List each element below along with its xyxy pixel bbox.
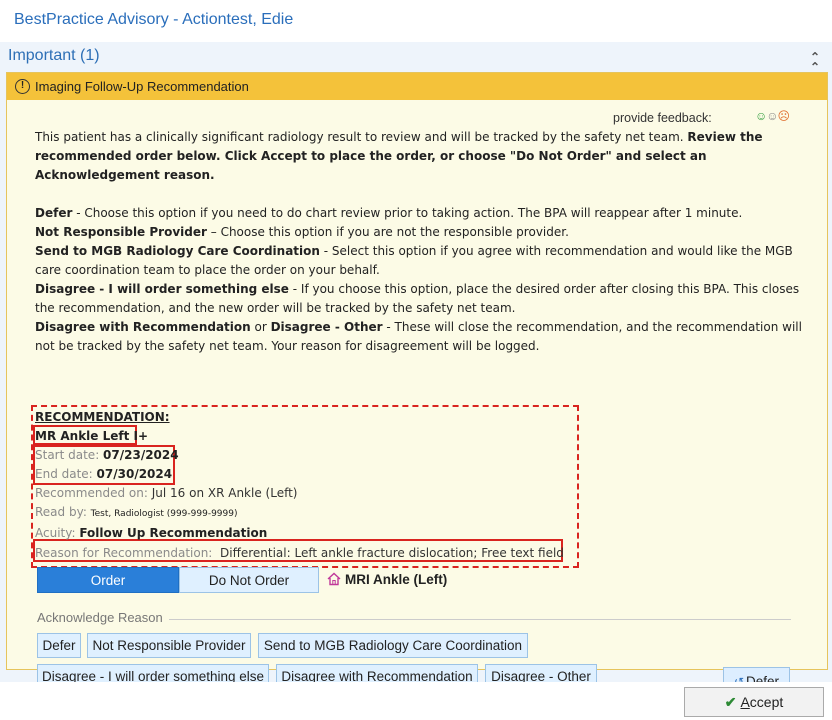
advisory-card: ! Imaging Follow-Up Recommendation provi… <box>6 72 828 697</box>
feedback-label: provide feedback: <box>613 111 712 125</box>
order-name: MR Ankle Left I+ <box>35 429 149 443</box>
ack-send-mgb-button[interactable]: Send to MGB Radiology Care Coordination <box>258 633 528 658</box>
reason-row: Reason for Recommendation: Differential:… <box>35 546 564 560</box>
option-defer: Defer - Choose this option if you need t… <box>35 206 743 220</box>
home-icon <box>327 572 341 586</box>
ack-not-responsible-button[interactable]: Not Responsible Provider <box>87 633 251 658</box>
acuity-row: Acuity: Follow Up Recommendation <box>35 526 268 540</box>
recommendation-heading: RECOMMENDATION: <box>35 410 170 424</box>
card-header: ! Imaging Follow-Up Recommendation <box>7 73 827 100</box>
recommended-on-row: Recommended on: Jul 16 on XR Ankle (Left… <box>35 486 298 500</box>
sad-face-icon[interactable]: ☹ <box>778 109 790 123</box>
order-button[interactable]: Order <box>37 567 179 593</box>
important-section: Important (1) ⌃ ⌃ ! Imaging Follow-Up Rec… <box>0 42 832 697</box>
feedback-icons: ☺☺☹ <box>755 109 790 123</box>
advisory-description: This patient has a clinically significan… <box>35 128 805 356</box>
intro-text: This patient has a clinically significan… <box>35 130 688 144</box>
double-chevron-up-icon[interactable]: ⌃ ⌃ <box>810 51 820 73</box>
warning-icon: ! <box>15 79 30 94</box>
start-date-row: Start date: 07/23/2024 <box>35 448 179 462</box>
option-send-mgb: Send to MGB Radiology Care Coordination … <box>35 244 793 277</box>
window-title-bar: BestPractice Advisory - Actiontest, Edie <box>0 0 832 42</box>
happy-face-icon[interactable]: ☺ <box>755 109 767 123</box>
end-date-row: End date: 07/30/2024 <box>35 467 173 481</box>
recommendation-block: RECOMMENDATION: MR Ankle Left I+ Start d… <box>35 408 775 563</box>
start-date-value: 07/23/2024 <box>103 448 179 462</box>
acknowledge-title: Acknowledge Reason <box>37 610 169 625</box>
neutral-face-icon[interactable]: ☺ <box>766 109 778 123</box>
read-by-row: Read by: Test, Radiologist (999-999-9999… <box>35 505 238 519</box>
card-title: Imaging Follow-Up Recommendation <box>35 79 249 94</box>
option-not-responsible: Not Responsible Provider – Choose this o… <box>35 225 569 239</box>
do-not-order-button[interactable]: Do Not Order <box>179 567 319 593</box>
section-title: Important (1) <box>8 47 100 64</box>
checkmark-icon: ✔ <box>724 694 737 710</box>
option-disagree-order-else: Disagree - I will order something else -… <box>35 282 800 315</box>
mri-order-label[interactable]: MRI Ankle (Left) <box>327 572 447 587</box>
section-header[interactable]: Important (1) ⌃ ⌃ <box>0 42 832 73</box>
window-title: BestPractice Advisory - Actiontest, Edie <box>14 11 294 28</box>
ack-defer-button[interactable]: Defer <box>37 633 81 658</box>
end-date-value: 07/30/2024 <box>96 467 173 481</box>
option-disagree-other: Disagree with Recommendation or Disagree… <box>35 320 802 353</box>
accept-button[interactable]: ✔ Accept <box>684 687 824 717</box>
